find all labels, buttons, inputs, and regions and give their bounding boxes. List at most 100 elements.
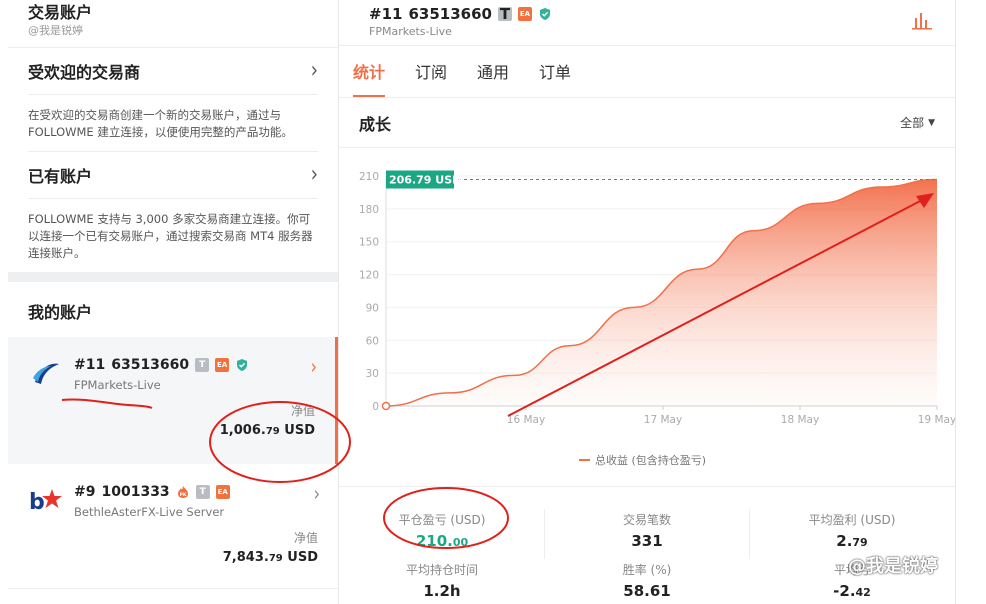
equity-dec: 79 [265, 426, 280, 437]
right-panel: #11 63513660 T EA FPMarkets-Live 统计 订阅 通… [338, 0, 956, 604]
stat-value: 2.79 [752, 532, 952, 550]
stats-panel: 平仓盈亏 (USD) 210.00 交易笔数 331 平均盈利 (USD) 2.… [339, 486, 955, 604]
svg-text:b: b [29, 490, 45, 515]
stat-avg-hold: 平均持仓时间 1.2h [342, 561, 542, 600]
tab-stats[interactable]: 统计 [353, 59, 401, 97]
trade-badge-icon: T [195, 358, 210, 372]
account-header: #11 63513660 T EA FPMarkets-Live [339, 0, 955, 46]
stat-label: 平均盈利 (USD) [808, 513, 896, 527]
y-tick-label: 210 [359, 171, 379, 183]
trade-badge-icon: T [497, 5, 512, 23]
bethleaster-logo-icon: b [28, 482, 64, 518]
popular-brokers-row[interactable]: 受欢迎的交易商 › [8, 48, 338, 94]
stat-dec: 00 [452, 536, 469, 549]
stat-value: -2.42 [752, 582, 952, 600]
chevron-right-icon: › [310, 354, 317, 379]
tab-general[interactable]: 通用 [477, 59, 525, 97]
existing-account-desc: FOLLOWME 支持与 3,000 多家交易商建立连接。你可以连接一个已有交易… [28, 212, 313, 260]
shield-check-icon [235, 358, 249, 372]
equity-dec: 79 [268, 553, 283, 564]
x-tick-label: 19 May [918, 414, 955, 426]
stat-value: 1.2h [342, 582, 542, 600]
ea-badge-icon: EA [517, 7, 532, 21]
broker-name: BethleAsterFX-Live Server [74, 505, 225, 519]
page-title: 交易账户 [28, 3, 93, 22]
popular-brokers-desc: 在受欢迎的交易商创建一个新的交易账户，通过与FOLLOWME 建立连接，以便使用… [28, 108, 293, 139]
pk-flame-icon: PK [176, 485, 190, 499]
equity-value: 7,843.79 USD [28, 550, 318, 565]
trade-badge-icon: T [195, 485, 210, 499]
account-card[interactable]: b #9 1001333 PK T EA BethleAsterFX-Live … [8, 464, 338, 589]
stat-label: 平均持仓时间 [405, 563, 478, 577]
equity-label: 净值 [293, 531, 318, 545]
left-header: 交易账户 @我是锐婷 [8, 0, 338, 48]
y-tick-label: 180 [359, 204, 379, 216]
stat-trade-count: 交易笔数 331 [547, 511, 747, 550]
stat-int: 2. [836, 532, 853, 550]
stat-value: 58.61 [547, 582, 747, 600]
watermark: @我是锐婷 [848, 556, 938, 577]
broker-name: FPMarkets-Live [74, 378, 161, 392]
popular-brokers-title: 受欢迎的交易商 [28, 63, 141, 82]
account-number: #11 [369, 5, 403, 23]
start-point [381, 401, 391, 411]
growth-chart: 0 30 60 90 120 150 180 210 16 May 17 May 18 May 19… [339, 148, 956, 486]
existing-account-row[interactable]: 已有账户 › [8, 152, 338, 198]
y-tick-label: 30 [366, 368, 379, 380]
stat-value: 331 [547, 532, 747, 550]
legend-label: 总收益 (包含持仓盈亏) [595, 453, 706, 467]
stat-avg-profit: 平均盈利 (USD) 2.79 [752, 511, 952, 550]
chevron-right-icon: › [310, 160, 318, 188]
bar-chart-icon[interactable] [911, 10, 933, 34]
section-gap [8, 272, 338, 282]
user-handle: @我是锐婷 [28, 24, 83, 37]
caret-down-icon: ▼ [928, 117, 935, 128]
stat-dec: 79 [852, 536, 868, 549]
y-tick-label: 0 [372, 401, 379, 413]
account-id: 63513660 [408, 5, 492, 23]
pk-label: PK [179, 492, 186, 498]
account-card-active[interactable]: #11 63513660 T EA FPMarkets-Live › 净值 1,… [8, 337, 338, 464]
y-tick-label: 150 [359, 237, 379, 249]
stat-int: 58.61 [623, 582, 671, 600]
ea-badge-icon: EA [215, 485, 230, 499]
equity-int: 1,006. [219, 423, 266, 438]
account-id: 63513660 [111, 357, 190, 373]
last-value-label: 206.79 USD [389, 174, 461, 187]
stat-win-rate: 胜率 (%) 58.61 [547, 561, 747, 600]
tab-subscribe[interactable]: 订阅 [415, 59, 463, 97]
growth-chart-svg: 0 30 60 90 120 150 180 210 16 May 17 May 18 May 19… [359, 170, 956, 467]
y-tick-label: 60 [366, 335, 379, 347]
equity-currency: USD [287, 550, 318, 565]
left-panel: 交易账户 @我是锐婷 受欢迎的交易商 › 在受欢迎的交易商创建一个新的交易账户，… [8, 0, 338, 604]
fpmarkets-logo-icon [28, 355, 64, 391]
shield-check-icon [538, 7, 552, 21]
tab-bar: 统计 订阅 通用 订单 [339, 46, 955, 98]
broker-name: FPMarkets-Live [369, 25, 452, 38]
existing-account-title: 已有账户 [28, 167, 93, 186]
my-accounts-title: 我的账户 [8, 282, 338, 340]
y-tick-label: 120 [359, 270, 379, 282]
equity-value: 1,006.79 USD [28, 423, 315, 438]
account-number: #11 [74, 357, 106, 373]
y-tick-label: 90 [366, 302, 379, 314]
legend: 总收益 (包含持仓盈亏) [579, 453, 706, 467]
stat-label: 交易笔数 [622, 513, 671, 527]
equity-label: 净值 [290, 404, 315, 418]
stat-int: 210. [415, 532, 453, 550]
tab-orders[interactable]: 订单 [539, 59, 587, 97]
stat-int: 331 [631, 532, 663, 550]
stat-closed-pnl: 平仓盈亏 (USD) 210.00 [342, 511, 542, 550]
chevron-right-icon: › [310, 56, 318, 84]
ea-badge-icon: EA [215, 358, 230, 372]
x-tick-label: 16 May [507, 414, 545, 426]
range-label: 全部 [900, 116, 925, 130]
range-dropdown[interactable]: 全部 ▼ [900, 114, 935, 131]
stat-label: 胜率 (%) [622, 563, 672, 577]
growth-title: 成长 [359, 114, 392, 134]
growth-header: 成长 全部 ▼ [339, 98, 955, 148]
stat-dec: 42 [855, 586, 871, 599]
chevron-right-icon: › [313, 481, 320, 506]
x-tick-label: 18 May [781, 414, 819, 426]
stat-label: 平仓盈亏 (USD) [398, 513, 486, 527]
